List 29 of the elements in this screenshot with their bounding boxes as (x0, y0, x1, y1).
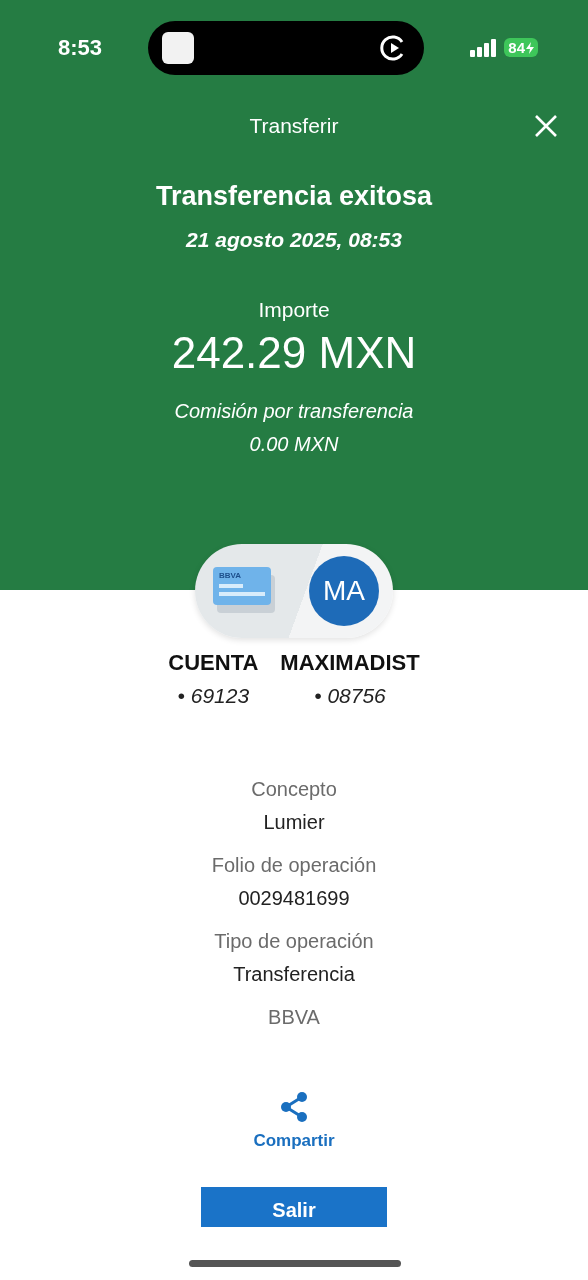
avatar: MA (309, 556, 379, 626)
detail-value: Lumier (263, 811, 325, 834)
signal-icon (470, 38, 499, 57)
exit-button[interactable]: Salir (201, 1187, 387, 1227)
detail-label: Folio de operación (211, 854, 377, 877)
transfer-date: 21 agosto 2025, 08:53 (186, 228, 402, 252)
share-icon[interactable] (279, 1091, 309, 1123)
amount-value: 242.29 MXN (171, 328, 417, 378)
success-heading: Transferencia exitosa (155, 181, 433, 212)
detail-value: Transferencia (233, 963, 355, 986)
screen-title: Transferir (249, 114, 339, 138)
battery-level: 84 (508, 39, 525, 56)
app-thumbnail-icon (162, 31, 195, 64)
fee-label: Comisión por transferencia (174, 400, 414, 423)
origin-account-number: • 69123 (177, 684, 250, 708)
detail-label: Tipo de operación (214, 930, 374, 953)
fee-value: 0.00 MXN (249, 433, 339, 456)
recipient-name: MAXIMADIST (280, 650, 420, 676)
share-link[interactable]: Compartir (253, 1131, 335, 1151)
recipient-account-number: • 08756 (314, 684, 386, 708)
detail-label: Concepto (251, 778, 337, 801)
charging-bolt-icon (526, 41, 534, 54)
detail-label: BBVA (268, 1006, 320, 1029)
amount-label: Importe (258, 298, 330, 322)
close-icon[interactable] (534, 114, 558, 138)
card-brand: BBVA (219, 571, 243, 580)
status-time: 8:53 (58, 34, 103, 61)
origin-name: CUENTA (168, 650, 259, 676)
detail-value: 0029481699 (238, 887, 350, 910)
